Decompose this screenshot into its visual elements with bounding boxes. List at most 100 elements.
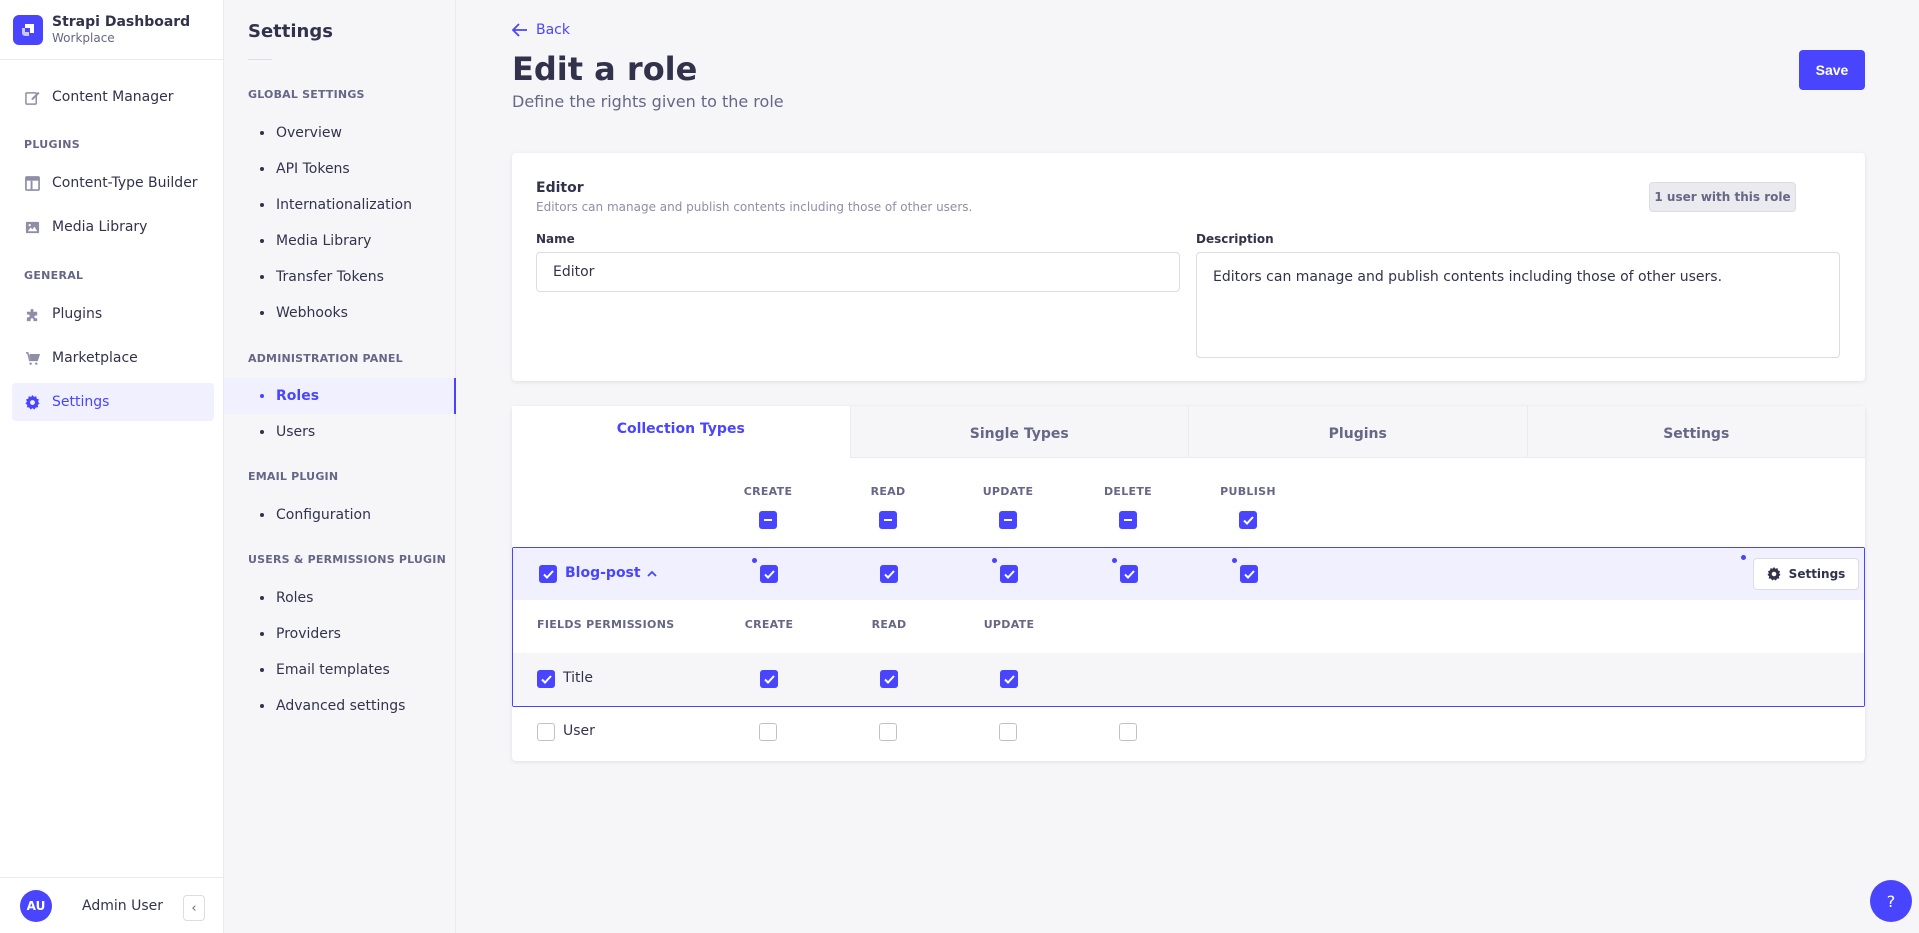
field-name-title: Title	[563, 670, 594, 686]
pencil-icon	[24, 89, 40, 105]
tab-plugins[interactable]: Plugins	[1188, 406, 1527, 458]
help-icon: ?	[1886, 891, 1896, 911]
brand-title: Strapi Dashboard	[52, 13, 191, 30]
role-name: Editor	[536, 180, 584, 196]
title-field-checkbox[interactable]	[537, 670, 555, 688]
nav-media-library-label: Media Library	[52, 219, 148, 235]
conditions-indicator	[752, 558, 757, 563]
tab-settings[interactable]: Settings	[1526, 406, 1865, 458]
nav-section-general: GENERAL	[24, 269, 84, 282]
permissions-card: Collection Types Single Types Plugins Se…	[512, 406, 1865, 761]
conditions-indicator	[992, 558, 997, 563]
check-icon	[1123, 569, 1135, 579]
user-create-checkbox[interactable]	[759, 723, 777, 741]
fields-permissions-header: FIELDS PERMISSIONS	[537, 618, 675, 631]
role-description: Editors can manage and publish contents …	[536, 200, 973, 214]
gear-icon	[24, 394, 40, 410]
blog-post-delete-checkbox[interactable]	[1120, 565, 1138, 583]
check-icon	[883, 674, 895, 684]
content-type-name: Blog-post	[565, 565, 641, 581]
check-icon	[1003, 569, 1015, 579]
subnav-item-up-roles[interactable]: Roles	[224, 580, 456, 616]
subnav-item-api-tokens[interactable]: API Tokens	[224, 151, 456, 187]
blog-post-create-checkbox[interactable]	[760, 565, 778, 583]
user-update-checkbox[interactable]	[999, 723, 1017, 741]
nav-plugins[interactable]: Plugins	[12, 295, 214, 333]
nav-marketplace[interactable]: Marketplace	[12, 339, 214, 377]
nav-settings[interactable]: Settings	[12, 383, 214, 421]
minus-icon	[764, 519, 772, 521]
select-all-read-checkbox[interactable]	[879, 511, 897, 529]
subnav-item-roles[interactable]: Roles	[224, 378, 456, 414]
tab-collection-types[interactable]: Collection Types	[512, 406, 850, 458]
select-all-update-checkbox[interactable]	[999, 511, 1017, 529]
title-read-checkbox[interactable]	[880, 670, 898, 688]
tab-single-types[interactable]: Single Types	[849, 406, 1188, 458]
nav-content-type-builder[interactable]: Content-Type Builder	[12, 164, 214, 202]
select-all-create-checkbox[interactable]	[759, 511, 777, 529]
settings-button-label: Settings	[1788, 567, 1846, 581]
select-all-delete-checkbox[interactable]	[1119, 511, 1137, 529]
avatar: AU	[20, 889, 52, 922]
layout-icon	[24, 175, 40, 191]
nav-content-manager-label: Content Manager	[52, 89, 174, 105]
blog-post-read-checkbox[interactable]	[880, 565, 898, 583]
conditions-indicator	[1112, 558, 1117, 563]
field-column-read: READ	[871, 618, 907, 631]
subnav-item-overview[interactable]: Overview	[224, 115, 456, 151]
user-delete-checkbox[interactable]	[1119, 723, 1137, 741]
subnav-item-internationalization[interactable]: Internationalization	[224, 187, 456, 223]
conditions-indicator	[1741, 555, 1746, 560]
chevron-up-icon	[646, 570, 657, 577]
blog-post-publish-checkbox[interactable]	[1240, 565, 1258, 583]
content-type-toggle[interactable]: Blog-post	[565, 565, 657, 581]
permissions-tabs: Collection Types Single Types Plugins Se…	[512, 406, 1865, 458]
collapse-nav-button[interactable]: ‹	[183, 895, 205, 921]
user-read-checkbox[interactable]	[879, 723, 897, 741]
conditions-settings-button[interactable]: Settings	[1753, 558, 1859, 590]
page-subtitle: Define the rights given to the role	[512, 92, 784, 111]
column-header-read: READ	[870, 485, 906, 498]
subnav-section-email: EMAIL PLUGIN	[248, 470, 339, 483]
save-button[interactable]: Save	[1799, 50, 1865, 90]
select-all-publish-checkbox[interactable]	[1239, 511, 1257, 529]
user-row-select-checkbox[interactable]	[537, 723, 555, 741]
check-icon	[763, 569, 775, 579]
check-icon	[1003, 674, 1015, 684]
profile-name: Admin User	[82, 897, 163, 914]
nav-media-library[interactable]: Media Library	[12, 208, 214, 246]
description-input[interactable]: Editors can manage and publish contents …	[1196, 252, 1840, 358]
strapi-logo-icon	[13, 14, 43, 45]
subnav-item-users[interactable]: Users	[224, 414, 456, 450]
puzzle-icon	[24, 306, 40, 322]
blog-post-select-checkbox[interactable]	[539, 565, 557, 583]
subnav-divider	[248, 59, 272, 60]
title-create-checkbox[interactable]	[760, 670, 778, 688]
subnav-item-media-library[interactable]: Media Library	[224, 223, 456, 259]
back-link[interactable]: Back	[512, 22, 570, 38]
subnav-item-advanced-settings[interactable]: Advanced settings	[224, 688, 456, 724]
arrow-left-icon	[512, 23, 527, 37]
subnav-item-transfer-tokens[interactable]: Transfer Tokens	[224, 259, 456, 295]
back-label: Back	[536, 22, 570, 38]
minus-icon	[1124, 519, 1132, 521]
help-button[interactable]: ?	[1870, 880, 1912, 922]
page-title: Edit a role	[512, 50, 698, 88]
field-column-create: CREATE	[744, 618, 794, 631]
minus-icon	[884, 519, 892, 521]
blog-post-update-checkbox[interactable]	[1000, 565, 1018, 583]
subnav-item-email-configuration[interactable]: Configuration	[224, 497, 456, 533]
settings-subnav: Settings GLOBAL SETTINGS Overview API To…	[224, 0, 456, 933]
title-update-checkbox[interactable]	[1000, 670, 1018, 688]
gear-icon	[1767, 567, 1781, 581]
column-header-publish: PUBLISH	[1220, 485, 1276, 498]
name-label: Name	[536, 232, 575, 246]
minus-icon	[1004, 519, 1012, 521]
conditions-indicator	[1232, 558, 1237, 563]
subnav-item-email-templates[interactable]: Email templates	[224, 652, 456, 688]
nav-content-manager[interactable]: Content Manager	[12, 78, 214, 116]
check-icon	[763, 674, 775, 684]
subnav-item-providers[interactable]: Providers	[224, 616, 456, 652]
name-input[interactable]	[536, 252, 1180, 292]
subnav-item-webhooks[interactable]: Webhooks	[224, 295, 456, 331]
